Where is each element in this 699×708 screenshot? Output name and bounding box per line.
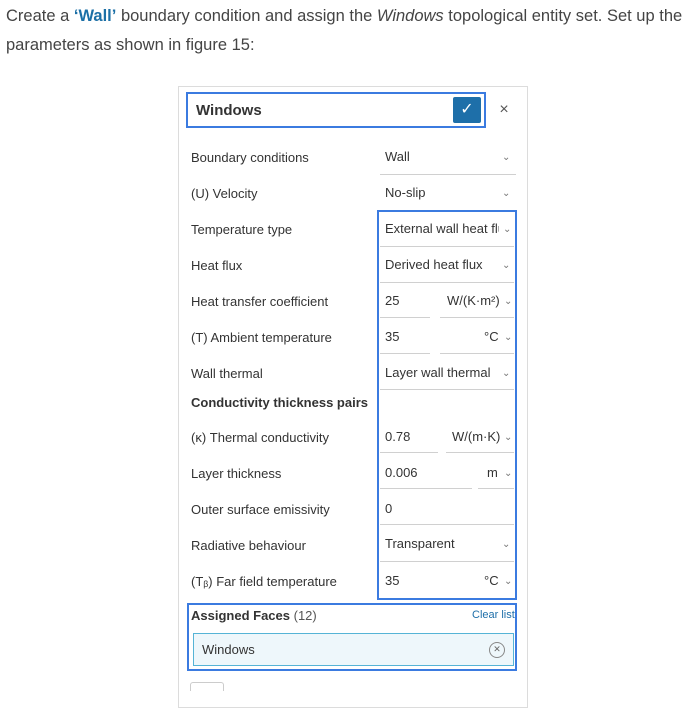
assigned-faces-title: Assigned Faces (12): [191, 608, 317, 623]
ambient-temperature-label: (T) Ambient temperature: [191, 330, 332, 345]
assigned-faces-label: Assigned Faces: [191, 608, 290, 623]
temperature-type-label: Temperature type: [191, 222, 293, 237]
boundary-conditions-select[interactable]: Wall: [385, 149, 410, 164]
intro-part-2: boundary condition and assign the: [116, 7, 377, 25]
intro-wall-term: ‘Wall’: [73, 7, 117, 25]
close-icon: ×: [499, 101, 509, 118]
intro-windows-term: Windows: [376, 7, 444, 25]
heat-transfer-coefficient-label: Heat transfer coefficient: [191, 294, 329, 309]
remove-icon[interactable]: ✕: [489, 642, 505, 658]
close-button[interactable]: ×: [496, 100, 512, 120]
outer-emissivity-label: Outer surface emissivity: [191, 502, 330, 517]
assigned-faces-count: (12): [293, 608, 317, 623]
clear-list-link[interactable]: Clear list: [472, 609, 515, 621]
chevron-down-icon[interactable]: ⌄: [502, 188, 510, 199]
radiative-behaviour-label: Radiative behaviour: [191, 538, 306, 553]
wall-thermal-label: Wall thermal: [191, 366, 263, 381]
conductivity-pairs-heading: Conductivity thickness pairs: [191, 395, 368, 410]
boundary-conditions-label: Boundary conditions: [191, 150, 309, 165]
assigned-face-item[interactable]: Windows ✕: [193, 633, 514, 666]
thermal-conductivity-label: (κ) Thermal conductivity: [191, 430, 329, 445]
velocity-select[interactable]: No-slip: [385, 185, 425, 200]
name-value: Windows: [196, 102, 262, 119]
checkmark-icon: ✓: [460, 101, 474, 118]
far-field-temperature-label: (Tᵦ) Far field temperature: [191, 574, 337, 589]
instruction-text: Create a ‘Wall’ boundary condition and a…: [6, 2, 696, 60]
velocity-label: (U) Velocity: [191, 186, 258, 201]
name-input[interactable]: Windows ✓: [186, 92, 486, 128]
assigned-face-label: Windows: [202, 642, 255, 657]
divider: [380, 174, 516, 175]
layer-thickness-label: Layer thickness: [191, 466, 282, 481]
intro-part-1: Create a: [6, 7, 74, 25]
confirm-button[interactable]: ✓: [453, 97, 481, 123]
chevron-down-icon[interactable]: ⌄: [502, 152, 510, 163]
parameters-highlight-box: [377, 210, 517, 600]
heat-flux-label: Heat flux: [191, 258, 243, 273]
